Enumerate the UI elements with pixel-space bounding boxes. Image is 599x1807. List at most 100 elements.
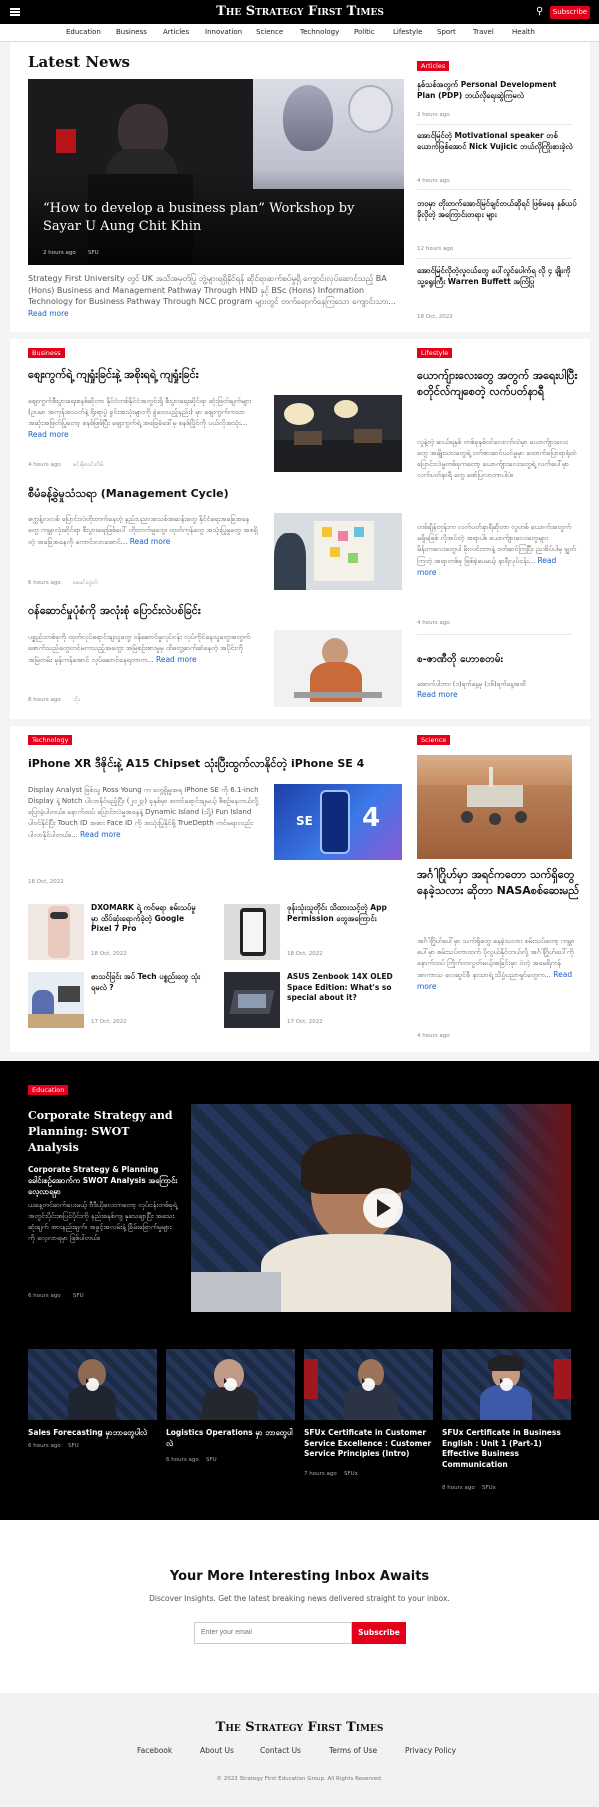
articles-badge[interactable]: Articles [417, 61, 450, 71]
video-time: 7 hours ago [304, 1471, 337, 1477]
nav-item-articles[interactable]: Articles [163, 28, 189, 37]
video-title[interactable]: SFUx Certificate in Business English : U… [442, 1428, 571, 1470]
tech-small-title[interactable]: ဖုန်းသုံးသူတိုင်း သိထားသင့်တဲ့ App Permi… [287, 903, 397, 945]
article-side-title[interactable]: နှစ်သစ်အတွက် Personal Development Plan (… [417, 80, 577, 112]
newsletter-email-input[interactable] [194, 1622, 352, 1644]
education-title[interactable]: Corporate Strategy and Planning: SWOT An… [28, 1108, 178, 1156]
read-more-link[interactable]: Read more [28, 309, 69, 318]
lifestyle-summary: လူနဲ့တဲ့ ဆယ်ရနှစ် တစ်ခုနှစ်ဝင်လောက်ထဲမှာ… [417, 438, 577, 479]
nav-item-education[interactable]: Education [66, 28, 101, 37]
tech-small-image[interactable] [28, 904, 84, 960]
technology-badge[interactable]: Technology [28, 735, 73, 745]
science-image[interactable] [417, 755, 572, 859]
newsletter-subscribe-button[interactable]: Subscribe [352, 1622, 406, 1644]
nav-item-sport[interactable]: Sport [437, 28, 456, 37]
business-title[interactable]: စီမံခန့်ခွဲမှုသံသရာ (Management Cycle) [28, 486, 268, 501]
search-icon[interactable]: ⚲ [536, 6, 543, 18]
business-title[interactable]: စျေးကွက်ရဲ့ ကျရှုံးခြင်းနဲ့ အစိုးရရဲ့ ကျ… [28, 367, 408, 382]
video-time: 6 hours ago [166, 1457, 199, 1463]
tech-title[interactable]: iPhone XR ဒီဇိုင်းနဲ့ A15 Chipset သုံးပြ… [28, 756, 408, 771]
nav-item-innovation[interactable]: Innovation [205, 28, 242, 37]
video-thumbnail[interactable] [166, 1349, 295, 1420]
lifestyle-title-2[interactable]: စ-ဇာဏီတို ဟောစတမ်း [417, 652, 582, 667]
video-thumbnail[interactable] [442, 1349, 571, 1420]
video-thumbnail[interactable] [304, 1349, 433, 1420]
video-title[interactable]: Sales Forecasting မှာဘာတွေပါလဲ [28, 1428, 157, 1439]
lifestyle-summary: တစ်ချိန်တုန်းက လက်ပတ်နာရီဆိုတာ လူတစ် ယော… [417, 523, 577, 577]
newsletter-subtitle: Discover Insights. Get the latest breaki… [149, 1594, 450, 1603]
tech-small-title[interactable]: DXOMARK ရဲ့ ကင်မရာ စမ်းသပ်မှုမှာ ထိပ်ဆုံ… [91, 903, 201, 945]
play-triangle-icon [377, 1199, 391, 1217]
tech-date: 18 Oct, 2022 [28, 879, 64, 885]
education-time: 6 hours ago [28, 1293, 61, 1299]
science-time: 4 hours ago [417, 1033, 450, 1039]
nav-item-business[interactable]: Business [116, 28, 147, 37]
divider [417, 124, 572, 125]
lifestyle-summary-2: အောက်ပါဘား (၁)ရက်နေ့မှ (၁၆)ရက်နေ့အထိ [417, 680, 526, 688]
video-title[interactable]: SFUx Certificate in Customer Service Exc… [304, 1428, 433, 1460]
education-author: SFU [73, 1293, 84, 1299]
nav-item-lifestyle[interactable]: Lifestyle [393, 28, 422, 37]
tech-small-date: 18 Oct, 2022 [287, 951, 323, 957]
business-title[interactable]: ဝန်ဆောင်မှုပုံစံကို အလုံးစုံ ပြောင်းလဲပစ… [28, 603, 268, 618]
footer-link-about[interactable]: About Us [200, 1746, 234, 1756]
nav-item-technology[interactable]: Technology [300, 28, 339, 37]
business-image[interactable] [274, 395, 402, 472]
tech-image[interactable]: SE 4 [274, 784, 402, 860]
video-time: 6 hours ago [28, 1443, 61, 1449]
hero-image[interactable] [28, 79, 404, 265]
hero-summary: Strategy First University တွင် UK အသိအမှ… [28, 274, 396, 318]
business-image[interactable] [274, 513, 402, 590]
hero-author: SFU [88, 250, 99, 256]
business-time: 8 hours ago [28, 697, 61, 703]
subscribe-button[interactable]: Subscribe [550, 6, 590, 19]
video-author: SFUx [344, 1471, 358, 1477]
read-more-link[interactable]: Read more [130, 537, 171, 546]
video-title[interactable]: Logistics Operations မှာ ဘာတွေပါလဲ [166, 1428, 295, 1449]
business-image[interactable] [274, 630, 402, 707]
science-badge[interactable]: Science [417, 735, 451, 745]
article-side-time: 2 hours ago [417, 112, 450, 118]
tech-small-image[interactable] [224, 972, 280, 1028]
tech-small-title[interactable]: စာသင်ခြင်း အပ် Tech ပစ္စည်းတွေ သုံးရမလဲ … [91, 972, 201, 1002]
read-more-link[interactable]: Read more [28, 430, 69, 439]
read-more-link[interactable]: Read more [80, 830, 121, 839]
footer-link-facebook[interactable]: Facebook [137, 1746, 172, 1756]
footer-link-contact[interactable]: Contact Us [260, 1746, 301, 1756]
tech-small-date: 17 Oct, 2022 [287, 1019, 323, 1025]
business-author: သိုး [73, 697, 80, 703]
footer-link-terms[interactable]: Terms of Use [329, 1746, 377, 1756]
article-side-time: 4 hours ago [417, 178, 450, 184]
article-side-title[interactable]: အောင်မြင်တဲ့ Motivational speaker တစ်ယော… [417, 131, 577, 163]
footer-link-privacy[interactable]: Privacy Policy [405, 1746, 456, 1756]
category-nav: Education Business Articles Innovation S… [0, 24, 599, 42]
nav-item-science[interactable]: Science [256, 28, 283, 37]
tech-small-image[interactable] [28, 972, 84, 1028]
video-thumbnail[interactable] [28, 1349, 157, 1420]
tech-small-date: 18 Oct, 2022 [91, 951, 127, 957]
nav-item-travel[interactable]: Travel [473, 28, 494, 37]
read-more-link[interactable]: Read more [417, 690, 458, 699]
nav-item-politic[interactable]: Politic [354, 28, 375, 37]
site-logo[interactable]: The Strategy First Times [150, 4, 450, 20]
read-more-link[interactable]: Read more [156, 655, 197, 664]
tech-small-title[interactable]: ASUS Zenbook 14X OLED Space Edition: Wha… [287, 972, 397, 1014]
business-badge[interactable]: Business [28, 348, 65, 358]
menu-icon[interactable] [10, 8, 20, 16]
tech-small-image[interactable] [224, 904, 280, 960]
divider [417, 258, 572, 259]
lifestyle-badge[interactable]: Lifestyle [417, 348, 453, 358]
video-author: SFU [68, 1443, 79, 1449]
science-title[interactable]: အင်္ဂါဂြိုဟ်မှာ အရင်ကတော သက်ရှိတွေ နေခဲ့… [417, 867, 582, 929]
tech-summary: Display Analyst ဖြစ်သူ Ross Young က တွေ့… [28, 786, 259, 839]
article-side-title[interactable]: ဘဝမှာ တိုးတက်အောင်မြင်ချင်တယ်ဆိုရင် ဖြစ်… [417, 199, 577, 242]
lifestyle-title[interactable]: ယောက်ျားလေးတွေ အတွက် အရေးပါပြီး စတိုင်လ်… [417, 368, 582, 430]
education-badge[interactable]: Education [28, 1085, 69, 1095]
article-side-title[interactable]: အောင်မြင်လိုတဲ့လူငယ်တွေ ပေါ်လွင်ပေါက်ရ လ… [417, 266, 577, 309]
business-author: ဇေမင်းဟွတ် [73, 580, 98, 586]
footer-logo[interactable]: The Strategy First Times [0, 1720, 599, 1736]
business-summary: စက္ကန့်လလစ် ပြောင်းလဲတိုးတက်နေတဲ့ နည်းပည… [28, 515, 258, 546]
hero-title[interactable]: “How to develop a business plan” Worksho… [43, 200, 363, 236]
nav-item-health[interactable]: Health [512, 28, 535, 37]
business-summary: စျေးကွက်စီးပွားရေးစနစ်ဆိုတာ နိုင်ငံတစ်နိ… [28, 397, 252, 439]
